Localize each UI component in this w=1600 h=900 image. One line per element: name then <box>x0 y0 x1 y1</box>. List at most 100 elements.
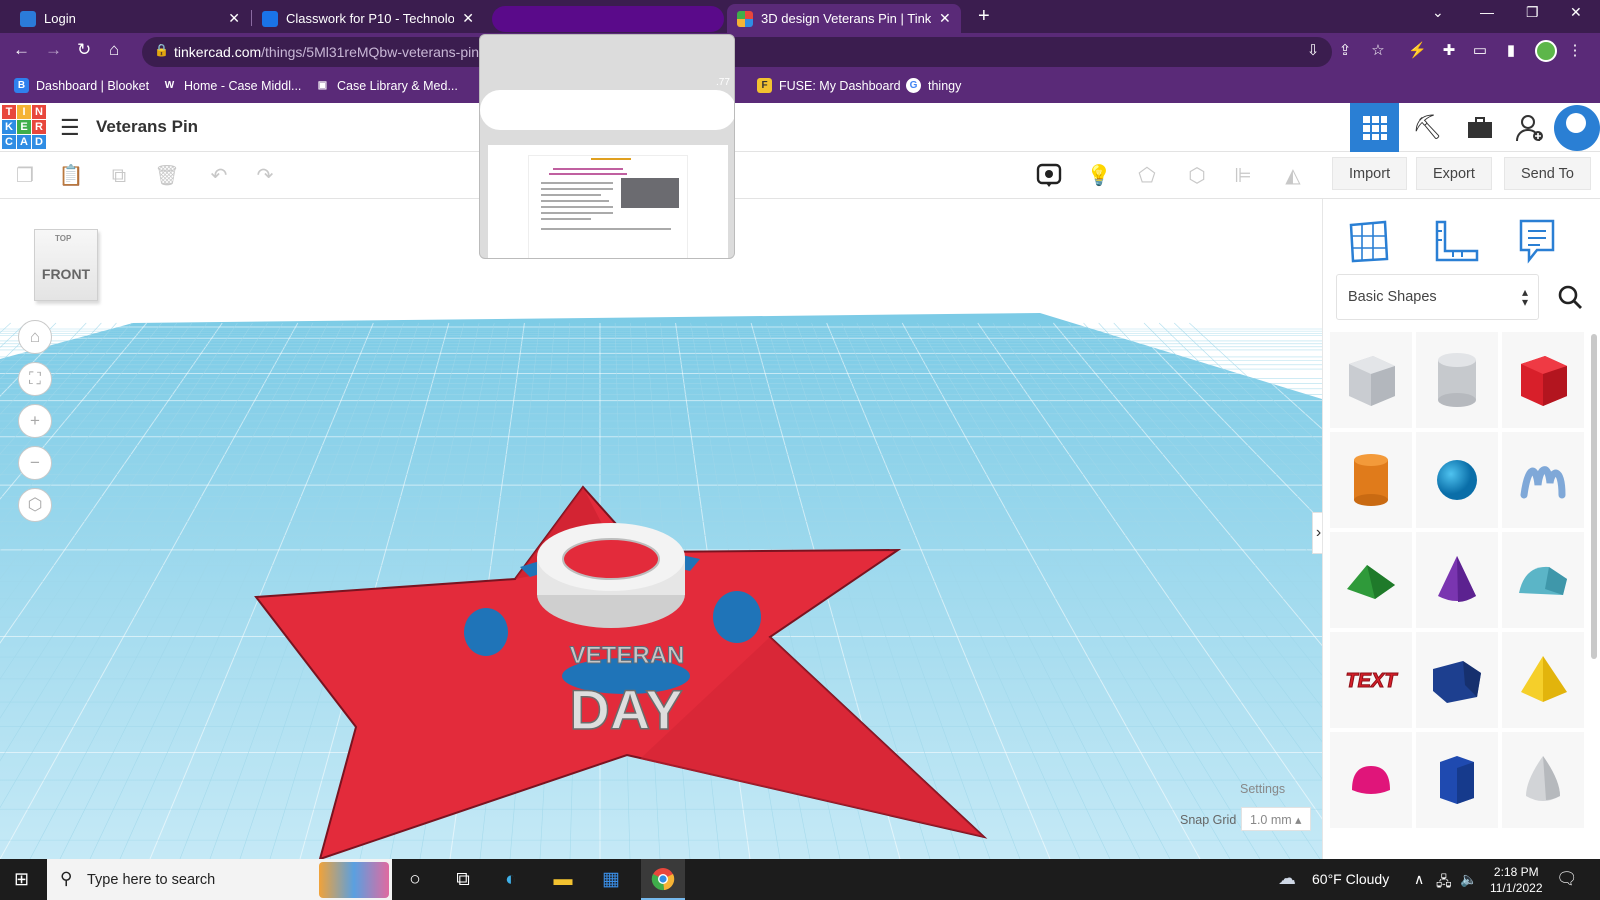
bookmark-fuse[interactable]: F FUSE: My Dashboard <box>757 78 901 93</box>
profile-avatar[interactable] <box>1535 40 1557 62</box>
3d-design-grid-icon[interactable] <box>1350 103 1399 152</box>
shape-cone[interactable] <box>1416 532 1498 628</box>
redo-icon[interactable]: ↷ <box>252 163 278 189</box>
user-avatar[interactable] <box>1554 105 1600 151</box>
settings-link[interactable]: Settings <box>1240 782 1285 796</box>
workplane-canvas[interactable]: VETERAN DAY TOP FRONT ⌂ ⛶ + − ⬡ Settings… <box>0 199 1322 859</box>
back-icon[interactable]: ← <box>13 40 30 60</box>
share-icon[interactable]: ⇪ <box>1336 42 1354 60</box>
pickaxe-icon[interactable]: ⛏ <box>1403 103 1452 152</box>
shapes-category-select[interactable]: Basic Shapes ▴ ▾ <box>1336 274 1539 320</box>
blue-wing-right[interactable] <box>713 591 761 643</box>
tinkercad-logo[interactable]: T I N K E R C A D <box>2 105 46 149</box>
design-title[interactable]: Veterans Pin <box>96 117 198 137</box>
import-button[interactable]: Import <box>1332 157 1408 190</box>
tab-search-icon[interactable]: ⌄ <box>1432 4 1444 21</box>
export-button[interactable]: Export <box>1416 157 1492 190</box>
snap-grid-select[interactable]: 1.0 mm ▴ <box>1241 807 1311 831</box>
tab-login[interactable]: Login ✕ <box>10 4 250 33</box>
cortana-icon[interactable]: ○ <box>393 859 437 900</box>
shape-box-hole[interactable] <box>1330 332 1412 428</box>
shapes-search-button[interactable] <box>1547 274 1593 320</box>
copy-icon[interactable]: ❐ <box>12 163 38 189</box>
shape-scribble[interactable] <box>1502 432 1584 528</box>
file-explorer-icon[interactable]: ▬ <box>541 859 585 900</box>
fit-view-icon[interactable]: ⛶ <box>18 362 52 396</box>
ruler-tool-icon[interactable] <box>1425 209 1485 273</box>
notes-visibility-icon[interactable] <box>1036 163 1062 189</box>
shape-hexagonal-prism[interactable] <box>1416 732 1498 828</box>
reload-icon[interactable]: ↻ <box>77 40 91 60</box>
ungroup-icon[interactable]: ⬡ <box>1184 163 1210 189</box>
bookmark-case-home[interactable]: W Home - Case Middl... <box>162 78 302 93</box>
shape-text[interactable]: TEXT <box>1330 632 1412 728</box>
taskbar-clock[interactable]: 2:18 PM 11/1/2022 <box>1490 864 1543 896</box>
perspective-icon[interactable]: ⬡ <box>18 488 52 522</box>
shape-box[interactable] <box>1502 332 1584 428</box>
chrome-taskbar-icon[interactable] <box>641 859 685 900</box>
close-icon[interactable]: ✕ <box>939 10 951 27</box>
minimize-icon[interactable]: — <box>1480 4 1494 20</box>
menu-icon[interactable]: ⋮ <box>1566 42 1584 60</box>
task-view-icon[interactable]: ⧉ <box>441 859 485 900</box>
redacted-tab[interactable] <box>492 6 724 32</box>
workplane-tool-icon[interactable] <box>1339 209 1399 273</box>
notifications-icon[interactable]: 🗨 <box>1556 869 1578 889</box>
shape-round-roof[interactable] <box>1502 532 1584 628</box>
align-icon[interactable]: ⊫ <box>1230 163 1256 189</box>
extension-icon[interactable]: ⚡ <box>1408 42 1427 60</box>
bookmark-blooket[interactable]: B Dashboard | Blooket <box>14 78 149 93</box>
shape-cylinder[interactable] <box>1330 432 1412 528</box>
window-close-icon[interactable]: ✕ <box>1570 4 1582 21</box>
bookmark-thingy[interactable]: G thingy <box>906 78 961 93</box>
windows-start-icon[interactable]: ⊞ <box>14 869 29 890</box>
close-icon[interactable]: ✕ <box>228 10 240 27</box>
side-panel-icon[interactable]: ▮ <box>1502 42 1520 60</box>
add-user-icon[interactable] <box>1505 103 1554 152</box>
notes-tool-icon[interactable] <box>1507 209 1567 273</box>
weather-text[interactable]: 60°F Cloudy <box>1312 871 1389 887</box>
send-to-button[interactable]: Send To <box>1504 157 1591 190</box>
shape-cylinder-hole[interactable] <box>1416 332 1498 428</box>
day-text[interactable]: DAY <box>569 677 684 742</box>
mirror-icon[interactable]: ◭ <box>1280 163 1306 189</box>
new-tab-icon[interactable]: + <box>978 5 990 28</box>
tab-classwork[interactable]: Classwork for P10 - Technology 7 ✕ <box>252 4 484 33</box>
shape-roof[interactable] <box>1330 532 1412 628</box>
blue-wing-left[interactable] <box>464 608 508 656</box>
close-icon[interactable]: ✕ <box>462 10 474 27</box>
zoom-in-icon[interactable]: + <box>18 404 52 438</box>
network-icon[interactable]: 🖧 <box>1436 871 1452 895</box>
shape-paraboloid[interactable] <box>1502 732 1584 828</box>
home-icon[interactable]: ⌂ <box>109 40 119 60</box>
zoom-out-icon[interactable]: − <box>18 446 52 480</box>
shape-pyramid[interactable] <box>1502 632 1584 728</box>
volume-icon[interactable]: 🔈 <box>1460 871 1477 888</box>
url-bar[interactable]: 🔒 tinkercad.com/things/5Ml31reMQbw-veter… <box>142 37 1332 67</box>
bookmark-case-library[interactable]: ▣ Case Library & Med... <box>315 78 458 93</box>
delete-icon[interactable]: 🗑 <box>154 163 180 189</box>
group-icon[interactable]: ⬠ <box>1134 163 1160 189</box>
paste-icon[interactable]: 📋 <box>58 163 84 189</box>
install-icon[interactable]: ⇩ <box>1304 42 1322 60</box>
shape-sphere[interactable] <box>1416 432 1498 528</box>
restore-icon[interactable]: ❐ <box>1526 4 1539 21</box>
briefcase-icon[interactable] <box>1455 103 1504 152</box>
lightbulb-icon[interactable]: 💡 <box>1086 163 1112 189</box>
tab-tinkercad[interactable]: 3D design Veterans Pin | Tinkercad ✕ <box>727 4 961 33</box>
puzzle-icon[interactable]: ✚ <box>1440 42 1458 60</box>
edge-icon[interactable]: ◐ <box>489 859 533 900</box>
forward-icon[interactable]: → <box>45 40 62 60</box>
bookmark-star-icon[interactable]: ☆ <box>1369 42 1387 60</box>
cast-icon[interactable]: ▭ <box>1471 42 1489 60</box>
veteran-text[interactable]: VETERAN <box>569 642 685 670</box>
duplicate-icon[interactable]: ⧉ <box>106 163 132 189</box>
shape-polygon[interactable] <box>1416 632 1498 728</box>
design-list-icon[interactable]: ☰ <box>60 115 80 141</box>
home-view-icon[interactable]: ⌂ <box>18 320 52 354</box>
panel-scrollbar[interactable] <box>1591 334 1597 659</box>
tray-chevron-icon[interactable]: ∧ <box>1414 871 1424 888</box>
store-icon[interactable]: ▦ <box>589 859 633 900</box>
shape-half-sphere[interactable] <box>1330 732 1412 828</box>
view-cube[interactable]: TOP FRONT <box>34 229 98 301</box>
